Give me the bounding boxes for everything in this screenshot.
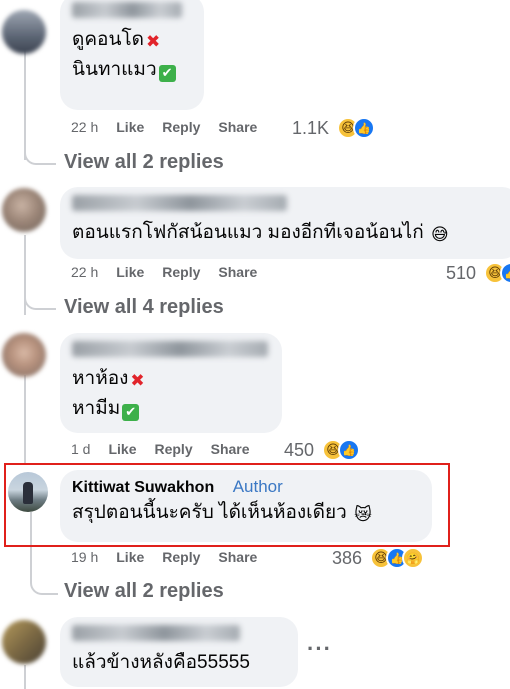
comment-time[interactable]: 1 d: [71, 441, 90, 457]
reaction-summary[interactable]: 450 😆 👍: [284, 439, 361, 461]
grinning-sweat-emoji-icon: 😅: [430, 225, 449, 244]
thread-curve: [24, 135, 56, 165]
commenter-name-blurred[interactable]: [72, 625, 240, 641]
reply-button[interactable]: Reply: [162, 264, 200, 280]
comment-actions: 19 h Like Reply Share: [71, 549, 275, 565]
crying-cat-emoji-icon: 😿: [354, 505, 372, 524]
reply-button[interactable]: Reply: [162, 549, 200, 565]
comment-text: แล้วข้างหลังคือ55555: [72, 652, 250, 673]
reaction-summary[interactable]: 510 😆 👍: [446, 262, 510, 284]
commenter-name-blurred[interactable]: [72, 341, 268, 357]
thread-line: [24, 665, 26, 689]
comment-time[interactable]: 22 h: [71, 119, 98, 135]
like-reaction-icon: 👍: [353, 117, 376, 139]
comment-line: ตอนแรกโฟกัสน้อนแมว มองอีกทีเจอน้อนไก่ 😅: [72, 219, 508, 249]
comment-text: สรุปตอนนี้นะครับ ได้เห็นห้องเดียว: [72, 502, 347, 523]
comment-line: สรุปตอนนี้นะครับ ได้เห็นห้องเดียว 😿: [72, 499, 420, 529]
thread-curve: [30, 565, 58, 595]
avatar[interactable]: [2, 188, 46, 232]
reply-button[interactable]: Reply: [154, 441, 192, 457]
reaction-summary[interactable]: 386 😆 👍 🤗: [332, 547, 425, 569]
view-replies-link[interactable]: View all 4 replies: [64, 296, 224, 319]
share-button[interactable]: Share: [218, 119, 257, 135]
comment-bubble: หาห้อง ✖ หามีม ✔: [60, 333, 282, 433]
more-options-icon[interactable]: ···: [307, 636, 332, 662]
comment-text: หามีม: [72, 398, 121, 419]
comment-text: หาห้อง: [72, 368, 129, 389]
author-avatar[interactable]: [8, 472, 48, 512]
like-reaction-icon: 👍: [338, 439, 361, 461]
comment-line: แล้วข้างหลังคือ55555: [72, 649, 286, 677]
commenter-name-blurred[interactable]: [72, 195, 287, 211]
comment-line: ดูคอนโด ✖: [72, 26, 192, 56]
comment-text: ตอนแรกโฟกัสน้อนแมว มองอีกทีเจอน้อนไก่: [72, 222, 424, 243]
avatar[interactable]: [2, 10, 46, 54]
comment-text: ดูคอนโด: [72, 29, 144, 50]
avatar[interactable]: [2, 620, 46, 664]
comment-bubble: แล้วข้างหลังคือ55555: [60, 617, 298, 687]
comment-line: หามีม ✔: [72, 395, 270, 423]
comment-line: หาห้อง ✖: [72, 365, 270, 395]
comment-bubble: Kittiwat Suwakhon Author สรุปตอนนี้นะครั…: [60, 470, 432, 542]
care-reaction-icon: 🤗: [402, 547, 425, 569]
like-button[interactable]: Like: [108, 441, 136, 457]
comment-line: นินทาแมว ✔: [72, 56, 192, 84]
thread-line: [24, 375, 26, 465]
author-name[interactable]: Kittiwat Suwakhon: [72, 479, 214, 496]
reply-button[interactable]: Reply: [162, 119, 200, 135]
commenter-name-blurred[interactable]: [72, 2, 182, 18]
like-button[interactable]: Like: [116, 119, 144, 135]
reaction-summary[interactable]: 1.1K 😆 👍: [292, 117, 376, 139]
reaction-count: 510: [446, 262, 477, 283]
like-button[interactable]: Like: [116, 264, 144, 280]
comment-bubble: ตอนแรกโฟกัสน้อนแมว มองอีกทีเจอน้อนไก่ 😅: [60, 187, 510, 259]
comment-time[interactable]: 22 h: [71, 264, 98, 280]
share-button[interactable]: Share: [218, 264, 257, 280]
view-replies-link[interactable]: View all 2 replies: [64, 580, 224, 603]
author-badge: Author: [232, 477, 283, 496]
reaction-count: 386: [332, 547, 363, 568]
check-mark-icon: ✔: [158, 65, 176, 82]
comment-actions: 22 h Like Reply Share: [71, 119, 275, 135]
comment-actions: 22 h Like Reply Share: [71, 264, 275, 280]
thread-curve: [24, 280, 56, 310]
cross-mark-icon: ✖: [146, 32, 161, 52]
avatar[interactable]: [2, 333, 46, 377]
comment-bubble: ดูคอนโด ✖ นินทาแมว ✔: [60, 0, 204, 110]
author-header: Kittiwat Suwakhon Author: [72, 477, 420, 497]
share-button[interactable]: Share: [211, 441, 250, 457]
share-button[interactable]: Share: [218, 549, 257, 565]
comment-actions: 1 d Like Reply Share: [71, 441, 268, 457]
like-button[interactable]: Like: [116, 549, 144, 565]
reaction-count: 1.1K: [292, 117, 330, 138]
cross-mark-icon: ✖: [130, 371, 145, 391]
reaction-count: 450: [284, 439, 315, 460]
comment-text: นินทาแมว: [72, 59, 157, 80]
view-replies-link[interactable]: View all 2 replies: [64, 151, 224, 174]
comment-time[interactable]: 19 h: [71, 549, 98, 565]
check-mark-icon: ✔: [122, 404, 140, 421]
